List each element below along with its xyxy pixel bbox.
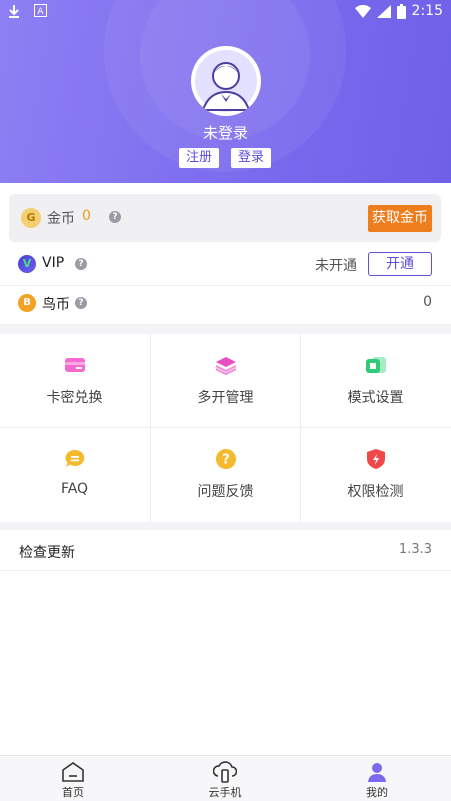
bottom-tab-bar: 首页 云手机 我的 [0, 755, 451, 801]
tab-label: 首页 [62, 786, 84, 799]
download-icon [9, 5, 19, 18]
home-icon [62, 762, 84, 782]
check-update-label: 检查更新 [19, 545, 75, 561]
grid-item-label: 权限检测 [347, 484, 404, 500]
coin-value: 0 [82, 208, 91, 224]
tab-home[interactable]: 首页 [23, 756, 123, 801]
grid-item-mode-settings[interactable]: 模式设置 [301, 334, 450, 427]
signal-icon [376, 4, 391, 18]
avatar-background [195, 50, 257, 112]
grid-item-label: FAQ [60, 481, 89, 497]
profile-header: A 2:15 未登录 注册 登录 [0, 0, 451, 183]
grid-item-label: 问题反馈 [197, 484, 254, 500]
section-divider [0, 325, 451, 334]
bird-coin-row: B 鸟币 ? 0 [0, 284, 451, 325]
help-icon[interactable]: ? [75, 258, 87, 270]
tab-cloud-phone[interactable]: 云手机 [175, 756, 275, 801]
help-icon[interactable]: ? [109, 211, 121, 223]
tab-label: 云手机 [208, 786, 242, 799]
grid-item-feedback[interactable]: ? 问题反馈 [151, 428, 300, 521]
bird-coin-value: 0 [423, 294, 432, 310]
wifi-icon [354, 4, 371, 18]
username-label: 未登录 [202, 124, 248, 142]
faq-icon [65, 449, 85, 467]
battery-icon [396, 3, 406, 19]
status-bar: A 2:15 [0, 0, 451, 24]
grid-item-label: 模式设置 [347, 390, 404, 406]
keyboard-icon: A [34, 4, 47, 17]
feedback-icon: ? [216, 449, 236, 469]
gold-coin-icon: G [21, 208, 41, 228]
avatar[interactable] [191, 46, 261, 116]
grid-item-card-redeem[interactable]: 卡密兑换 [0, 334, 149, 427]
svg-text:A: A [37, 7, 44, 17]
vip-row: V VIP ? 未开通 开通 [0, 245, 451, 286]
layers-icon [215, 357, 237, 376]
grid-item-faq[interactable]: FAQ [0, 428, 149, 521]
get-coins-button[interactable]: 获取金币 [368, 205, 432, 232]
open-vip-button[interactable]: 开通 [368, 252, 432, 276]
grid-item-label: 卡密兑换 [46, 390, 103, 406]
vip-label: VIP [42, 255, 65, 271]
mode-icon [366, 357, 386, 373]
user-avatar-icon [201, 62, 251, 111]
tab-profile[interactable]: 我的 [327, 756, 427, 801]
card-icon [65, 358, 85, 372]
cloud-phone-icon [213, 761, 237, 783]
bird-coin-label: 鸟币 [42, 297, 70, 313]
vip-icon: V [18, 255, 36, 273]
login-button[interactable]: 登录 [231, 148, 272, 168]
register-button[interactable]: 注册 [179, 148, 220, 168]
section-divider [0, 522, 451, 530]
coin-label: 金币 [47, 211, 75, 227]
grid-item-label: 多开管理 [197, 390, 254, 406]
vip-status: 未开通 [315, 258, 357, 274]
bird-coin-icon: B [18, 294, 36, 312]
tab-label: 我的 [366, 786, 388, 799]
version-label: 1.3.3 [398, 542, 432, 557]
profile-icon [368, 763, 386, 782]
grid-item-multi-open[interactable]: 多开管理 [151, 334, 300, 427]
feature-grid: 卡密兑换 多开管理 模式设置 FAQ ? 问题反馈 权限检测 [0, 334, 451, 522]
check-update-row[interactable]: 检查更新 1.3.3 [0, 530, 451, 571]
status-time: 2:15 [411, 3, 443, 19]
shield-icon [367, 449, 385, 469]
help-icon[interactable]: ? [75, 297, 87, 309]
coin-card: G 金币 0 ? 获取金币 [9, 194, 441, 242]
svg-text:?: ? [222, 453, 230, 468]
grid-item-permission-check[interactable]: 权限检测 [301, 428, 450, 521]
